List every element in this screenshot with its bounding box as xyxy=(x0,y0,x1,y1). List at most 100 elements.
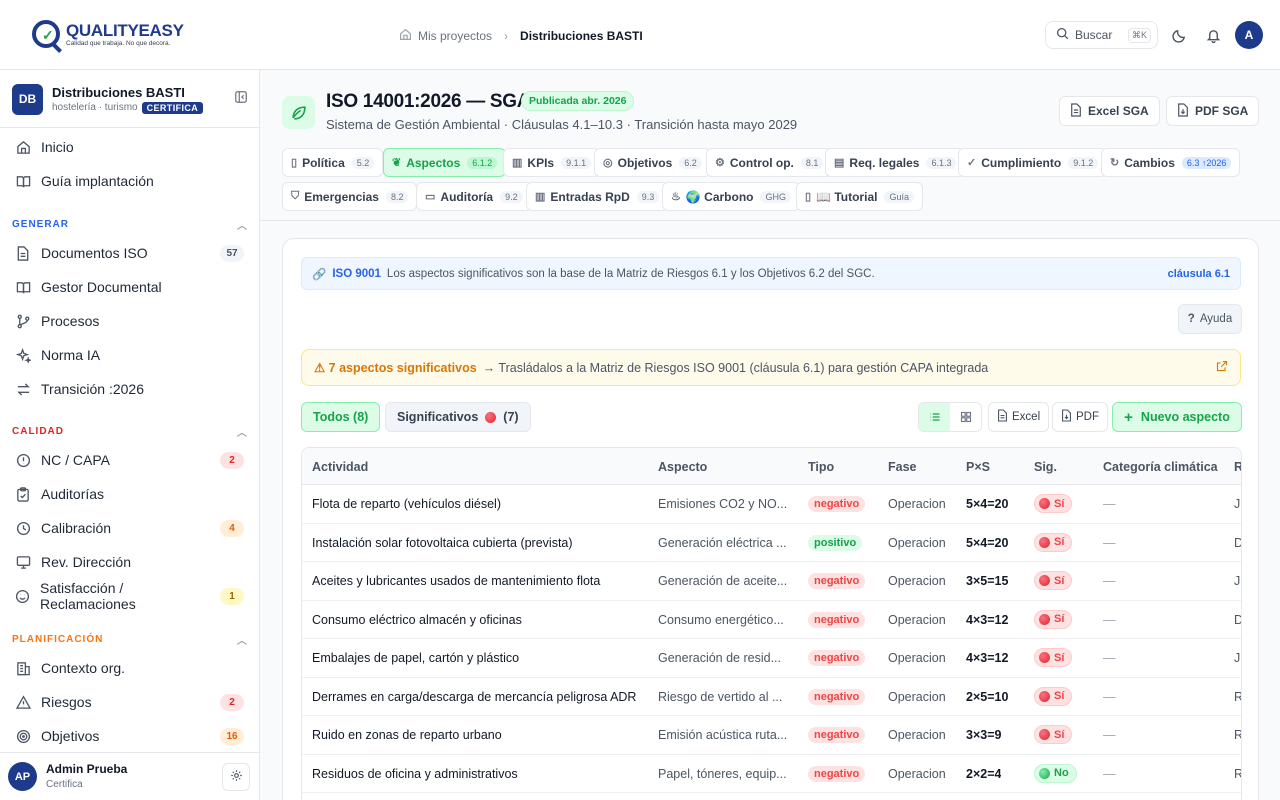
list-view-icon[interactable] xyxy=(919,403,950,431)
column-header[interactable]: Sig. xyxy=(1034,460,1057,474)
significance-badge: Sí xyxy=(1034,648,1073,667)
cell-r: R xyxy=(1234,767,1241,781)
chevron-up-icon: ︿ xyxy=(237,636,248,647)
sidebar-item-label: Inicio xyxy=(41,139,74,155)
significance-badge: Sí xyxy=(1034,532,1073,552)
git-branch-icon xyxy=(15,313,31,329)
section-generar[interactable]: GENERAR ︿ xyxy=(12,217,248,232)
cell-aspecto: Emisión acústica ruta... xyxy=(658,728,788,742)
tab-tutorial[interactable]: ▯ 📖 Tutorial Guía xyxy=(796,182,923,211)
table-row[interactable]: Instalación solar fotovoltaica cubierta … xyxy=(302,524,1241,562)
column-header[interactable]: Actividad xyxy=(312,460,368,474)
table-row[interactable]: Derrames en carga/descarga de mercancía … xyxy=(302,678,1241,716)
sidebar-item-inicio[interactable]: Inicio xyxy=(0,132,259,162)
help-button[interactable]: ? Ayuda xyxy=(1178,304,1242,334)
org-switcher[interactable]: DB Distribuciones BASTI hostelería · tur… xyxy=(12,82,248,116)
tab-kpis[interactable]: ▥ KPIs 9.1.1 xyxy=(503,148,601,177)
moon-icon[interactable] xyxy=(1168,24,1190,46)
sidebar-item-nc-capa[interactable]: NC / CAPA 2 xyxy=(0,445,259,475)
sidebar-item-riesgos[interactable]: Riesgos 2 xyxy=(0,687,259,717)
tab-entradas-rpd[interactable]: ▥ Entradas RpD 9.3 xyxy=(526,182,669,211)
table-row[interactable]: Aceites y lubricantes usados de mantenim… xyxy=(302,562,1241,601)
table-row[interactable]: Embalajes de papel, cartón y plástico Gen… xyxy=(302,639,1241,678)
sidebar-collapse-icon[interactable] xyxy=(234,90,248,107)
top-bar: ✓ QUALITYEASY Calidad que trabaja. No qu… xyxy=(0,0,1280,70)
sidebar-item-calibracion[interactable]: Calibración 4 xyxy=(0,513,259,543)
tab-cambios[interactable]: ↻ Cambios 6.3 ↑2026 xyxy=(1101,148,1241,177)
sidebar-item-procesos[interactable]: Procesos xyxy=(0,306,259,336)
sidebar-item-auditorias[interactable]: Auditorías xyxy=(0,479,259,509)
search-button[interactable]: Buscar ⌘K xyxy=(1045,21,1158,49)
bar-chart-icon: ▥ xyxy=(512,157,523,169)
tab-emergencias[interactable]: ⛉ Emergencias 8.2 xyxy=(282,182,418,211)
user-name: Admin Prueba xyxy=(46,762,128,776)
cell-actividad: Embalajes de papel, cartón y plástico xyxy=(312,651,520,665)
column-header[interactable]: Aspecto xyxy=(658,460,707,474)
pdf-sga-button[interactable]: PDF SGA xyxy=(1166,96,1260,126)
cell-pxs: 5×4=20 xyxy=(966,535,1009,550)
cell-actividad: Ruido en zonas de reparto urbano xyxy=(312,728,502,742)
sidebar-item-rev-direccion[interactable]: Rev. Dirección xyxy=(0,547,259,577)
refresh-icon: ↻ xyxy=(1110,157,1120,169)
breadcrumb-parent[interactable]: Mis proyectos xyxy=(418,29,492,43)
cell-actividad: Instalación solar fotovoltaica cubierta … xyxy=(312,535,573,550)
column-header[interactable]: Categoría climática xyxy=(1103,460,1218,474)
cell-actividad: Derrames en carga/descarga de mercancía … xyxy=(312,689,637,704)
new-aspect-button[interactable]: + Nuevo aspecto xyxy=(1112,402,1242,432)
sidebar-item-label: Satisfacción / Reclamaciones xyxy=(40,580,136,612)
bell-icon[interactable] xyxy=(1202,24,1224,46)
book-open-icon xyxy=(15,279,31,295)
column-header[interactable]: P×S xyxy=(966,460,990,474)
column-header[interactable]: R xyxy=(1234,460,1241,474)
user-avatar-button[interactable]: A xyxy=(1235,21,1263,49)
tab-aspectos[interactable]: ❦ Aspectos 6.1.2 xyxy=(383,148,507,177)
table-row[interactable]: Consumo eléctrico almacén y oficinas Cons… xyxy=(302,601,1241,639)
count-badge: 2 xyxy=(220,693,244,711)
grid-view-icon[interactable] xyxy=(950,403,981,431)
tab-politica[interactable]: ▯ Política 5.2 xyxy=(282,148,384,177)
tab-auditoria[interactable]: ▭ Auditoría 9.2 xyxy=(416,182,532,211)
sidebar-item-objetivos[interactable]: Objetivos 16 xyxy=(0,721,259,751)
book-icon: ▯ xyxy=(291,157,298,169)
tab-cumplimiento[interactable]: ✓ Cumplimiento 9.1.2 xyxy=(958,148,1108,177)
section-planificacion[interactable]: PLANIFICACIÓN ︿ xyxy=(12,632,248,647)
count-badge: 16 xyxy=(220,727,244,745)
tab-req-legales[interactable]: ▤ Req. legales 6.1.3 xyxy=(825,148,966,177)
tab-objetivos[interactable]: ◎ Objetivos 6.2 xyxy=(594,148,711,177)
section-calidad[interactable]: CALIDAD ︿ xyxy=(12,424,248,439)
sidebar-item-label: Norma IA xyxy=(41,347,101,363)
excel-export-button[interactable]: Excel xyxy=(988,402,1050,432)
sidebar-item-satisfaccion[interactable]: Satisfacción / Reclamaciones 1 xyxy=(0,580,259,612)
sidebar-item-guia[interactable]: Guía implantación xyxy=(0,166,259,196)
excel-sga-button[interactable]: Excel SGA xyxy=(1059,96,1160,126)
tab-carbono[interactable]: ♨ 🌍 Carbono GHG xyxy=(662,182,800,211)
table-row[interactable]: Ruido en zonas de reparto urbano Emisión … xyxy=(302,716,1241,755)
external-link-icon[interactable] xyxy=(1216,360,1228,375)
sidebar-item-gestor[interactable]: Gestor Documental xyxy=(0,272,259,302)
tab-control-op[interactable]: ⚙ Control op. 8.1 xyxy=(706,148,833,177)
column-header[interactable]: Fase xyxy=(888,460,917,474)
sidebar-item-norma-ia[interactable]: Norma IA xyxy=(0,340,259,370)
search-label: Buscar xyxy=(1075,28,1113,42)
sidebar-item-transicion[interactable]: Transición :2026 xyxy=(0,374,259,404)
cell-actividad: Residuos de oficina y administrativos xyxy=(312,766,518,781)
cell-fase: Operacion xyxy=(888,689,946,704)
aspects-table: Actividad Aspecto Tipo Fase P×S Sig. Cat… xyxy=(301,447,1242,800)
cell-r: J xyxy=(1234,574,1241,588)
column-header[interactable]: Tipo xyxy=(808,460,834,474)
table-row[interactable]: Residuos de oficina y administrativos Pap… xyxy=(302,755,1241,793)
table-row[interactable]: Flota de reparto (vehículos diésel) Emisi… xyxy=(302,485,1241,524)
clause-link[interactable]: cláusula 6.1 xyxy=(1168,268,1230,280)
pdf-export-button[interactable]: PDF xyxy=(1052,402,1108,432)
status-dot-icon xyxy=(1039,575,1050,586)
chevron-right-icon: › xyxy=(504,29,509,43)
cell-pxs: 3×5=15 xyxy=(966,574,1009,588)
sidebar-item-documentos[interactable]: Documentos ISO 57 xyxy=(0,238,259,268)
help-icon: ? xyxy=(1187,313,1195,325)
sidebar-item-contexto[interactable]: Contexto org. xyxy=(0,653,259,683)
app-logo[interactable]: ✓ QUALITYEASY Calidad que trabaja. No qu… xyxy=(32,20,184,48)
filter-significant[interactable]: Significativos (7) xyxy=(385,402,531,432)
settings-button[interactable] xyxy=(222,763,250,791)
filter-all[interactable]: Todos (8) xyxy=(301,402,381,432)
cell-categoria: — xyxy=(1103,689,1116,704)
